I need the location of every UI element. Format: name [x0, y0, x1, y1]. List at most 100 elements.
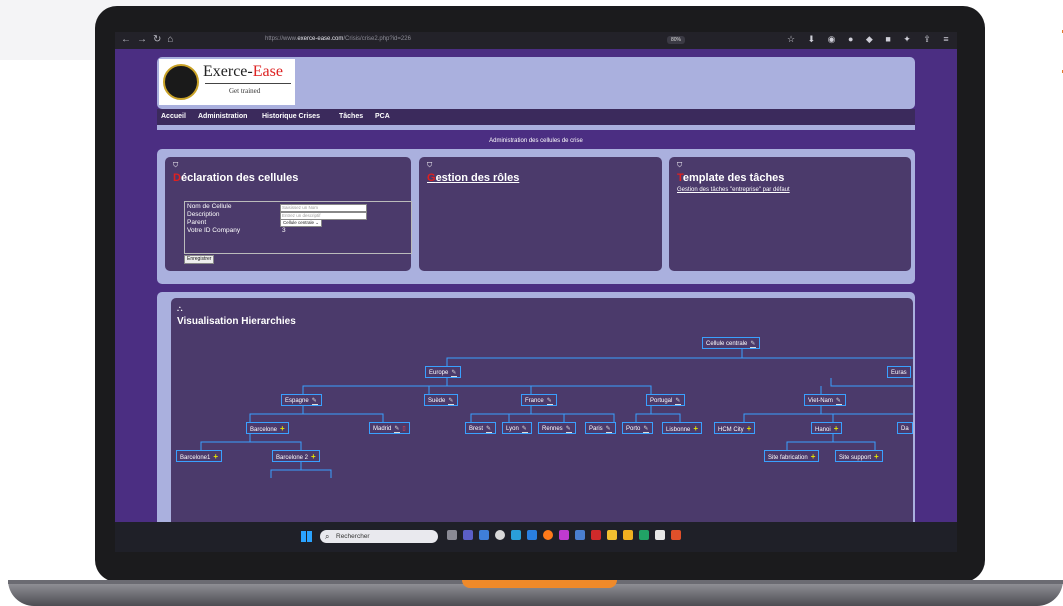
node-brest[interactable]: Brest ✎ [465, 422, 497, 434]
pencil-icon[interactable]: ✎ [835, 398, 842, 405]
logo-title: Exerce-Ease [203, 63, 283, 80]
node-hanoi[interactable]: Hanoi + [811, 422, 843, 434]
node-france[interactable]: France ✎ [521, 394, 557, 406]
logo-emblem-icon [163, 64, 199, 100]
add-icon[interactable]: + [834, 424, 839, 433]
pencil-icon[interactable]: ✎ [750, 341, 757, 348]
node-site-support[interactable]: Site support + [835, 450, 883, 462]
slide-text-edge [1000, 0, 1063, 606]
add-icon[interactable]: + [213, 452, 218, 461]
add-icon[interactable]: + [811, 452, 816, 461]
pencil-icon[interactable]: ✎ [675, 398, 682, 405]
node-da[interactable]: Da [897, 422, 913, 434]
pencil-icon[interactable]: ✎ [565, 426, 572, 433]
label-parent: Parent [187, 219, 207, 226]
pencil-icon[interactable]: ✎ [643, 426, 650, 433]
add-icon[interactable]: + [874, 452, 879, 461]
cards-section: ⛉ Déclaration des cellules Nom de Cellul… [157, 149, 915, 284]
vscode-icon[interactable] [527, 530, 537, 540]
pencil-icon[interactable]: ✎ [605, 426, 612, 433]
save-button[interactable]: Enregistrer [184, 255, 215, 264]
tasks-card: ⛉ Template des tâches Gestion des tâches… [669, 157, 911, 271]
node-porto[interactable]: Porto ✎ [622, 422, 654, 434]
filezilla-icon[interactable] [591, 530, 601, 540]
nav-buttons[interactable]: ←→↻⌂ [121, 34, 179, 46]
name-input[interactable]: Saisissez un Nom [280, 204, 367, 212]
declaration-title: Déclaration des cellules [173, 172, 299, 184]
document-icon[interactable] [655, 530, 665, 540]
add-icon[interactable]: + [280, 424, 285, 433]
tasks-title: Template des tâches [677, 172, 785, 184]
add-icon[interactable]: + [693, 424, 698, 433]
taskbar-search[interactable]: ⌕ Rechercher [320, 530, 438, 543]
chevron-down-icon: ⌄ [315, 220, 320, 225]
tasks-default-link[interactable]: Gestion des tâches "entreprise" par défa… [677, 187, 790, 193]
label-description: Description [187, 211, 220, 218]
home-icon[interactable]: ⌂ [167, 34, 179, 45]
menu-item-pca[interactable]: PCA [375, 113, 390, 120]
pencil-icon[interactable]: ✎ [448, 398, 455, 405]
trash-icon[interactable]: ▯ [402, 426, 405, 432]
node-barcelone2[interactable]: Barcelone 2 + [272, 450, 320, 462]
page-title: Administration des cellules de crise [489, 138, 583, 144]
reload-icon[interactable]: ↻ [153, 34, 167, 45]
node-vietnam[interactable]: Viet-Nam ✎ [804, 394, 846, 406]
company-id: 3 [282, 227, 286, 234]
web-page: Exerce-Ease Get trained Accueil Administ… [115, 49, 957, 522]
address-bar[interactable]: https://www.exerce-ease.com/Crisis/crise… [265, 36, 411, 42]
node-lyon[interactable]: Lyon ✎ [502, 422, 532, 434]
pencil-icon[interactable]: ✎ [394, 426, 401, 433]
menu-item-administration[interactable]: Administration [198, 113, 247, 120]
app-icon[interactable] [559, 530, 569, 540]
pencil-icon[interactable]: ✎ [546, 398, 553, 405]
node-site-fabrication[interactable]: Site fabrication + [764, 450, 820, 462]
mail-icon[interactable] [511, 530, 521, 540]
add-icon[interactable]: + [311, 452, 316, 461]
pencil-icon[interactable]: ✎ [486, 426, 493, 433]
pencil-icon[interactable]: ✎ [311, 398, 318, 405]
back-icon[interactable]: ← [121, 34, 137, 45]
node-barcelone[interactable]: Barcelone + [246, 422, 289, 434]
pencil-icon[interactable]: ✎ [451, 370, 458, 377]
meet-icon[interactable] [479, 530, 489, 540]
node-barcelone1[interactable]: Barcelone1 + [176, 450, 223, 462]
store-icon[interactable] [575, 530, 585, 540]
logo-subtitle: Get trained [229, 87, 261, 95]
parent-select[interactable]: Cellule centrale ⌄ [280, 219, 323, 227]
hierarchy-connectors [200, 349, 913, 478]
node-europe[interactable]: Europe ✎ [425, 366, 462, 378]
pencil-icon[interactable]: ✎ [521, 426, 528, 433]
node-portugal[interactable]: Portugal ✎ [646, 394, 686, 406]
zoom-level[interactable]: 80% [667, 36, 686, 44]
laptop-notch [462, 580, 617, 588]
powerpoint-icon[interactable] [671, 530, 681, 540]
node-cellule-centrale[interactable]: Cellule centrale ✎ [702, 337, 761, 349]
node-rennes[interactable]: Rennes ✎ [538, 422, 576, 434]
windows-start-icon[interactable] [301, 531, 312, 542]
firefox-icon[interactable] [543, 530, 553, 540]
browser-tools[interactable]: ☆ ⬇ ◉ ● ◆ ■ ✦ ⇪ ≡ [787, 34, 954, 45]
menu-item-historique[interactable]: Historique Crises [262, 113, 320, 120]
add-icon[interactable]: + [747, 424, 752, 433]
menu-underband [157, 125, 915, 130]
logo-divider [205, 83, 291, 84]
teams-icon[interactable] [463, 530, 473, 540]
node-hcm-city[interactable]: HCM City + [714, 422, 756, 434]
logo[interactable]: Exerce-Ease Get trained [159, 59, 295, 105]
notes-icon[interactable] [623, 530, 633, 540]
explorer-icon[interactable] [607, 530, 617, 540]
menu-item-taches[interactable]: Tâches [339, 113, 363, 120]
node-espagne[interactable]: Espagne ✎ [281, 394, 322, 406]
node-lisbonne[interactable]: Lisbonne + [662, 422, 703, 434]
menu-item-accueil[interactable]: Accueil [161, 113, 186, 120]
forward-icon[interactable]: → [137, 34, 153, 45]
node-paris[interactable]: Paris ✎ [585, 422, 616, 434]
node-euras[interactable]: Euras [887, 366, 911, 378]
excel-icon[interactable] [639, 530, 649, 540]
node-suede[interactable]: Suède ✎ [424, 394, 459, 406]
task-view-icon[interactable] [447, 530, 457, 540]
declaration-form: Nom de Cellule Saisissez un Nom Descript… [184, 201, 412, 254]
roles-title-link[interactable]: Gestion des rôles [427, 172, 519, 184]
node-madrid[interactable]: Madrid ✎ ▯ [369, 422, 410, 434]
clock-icon[interactable] [495, 530, 505, 540]
